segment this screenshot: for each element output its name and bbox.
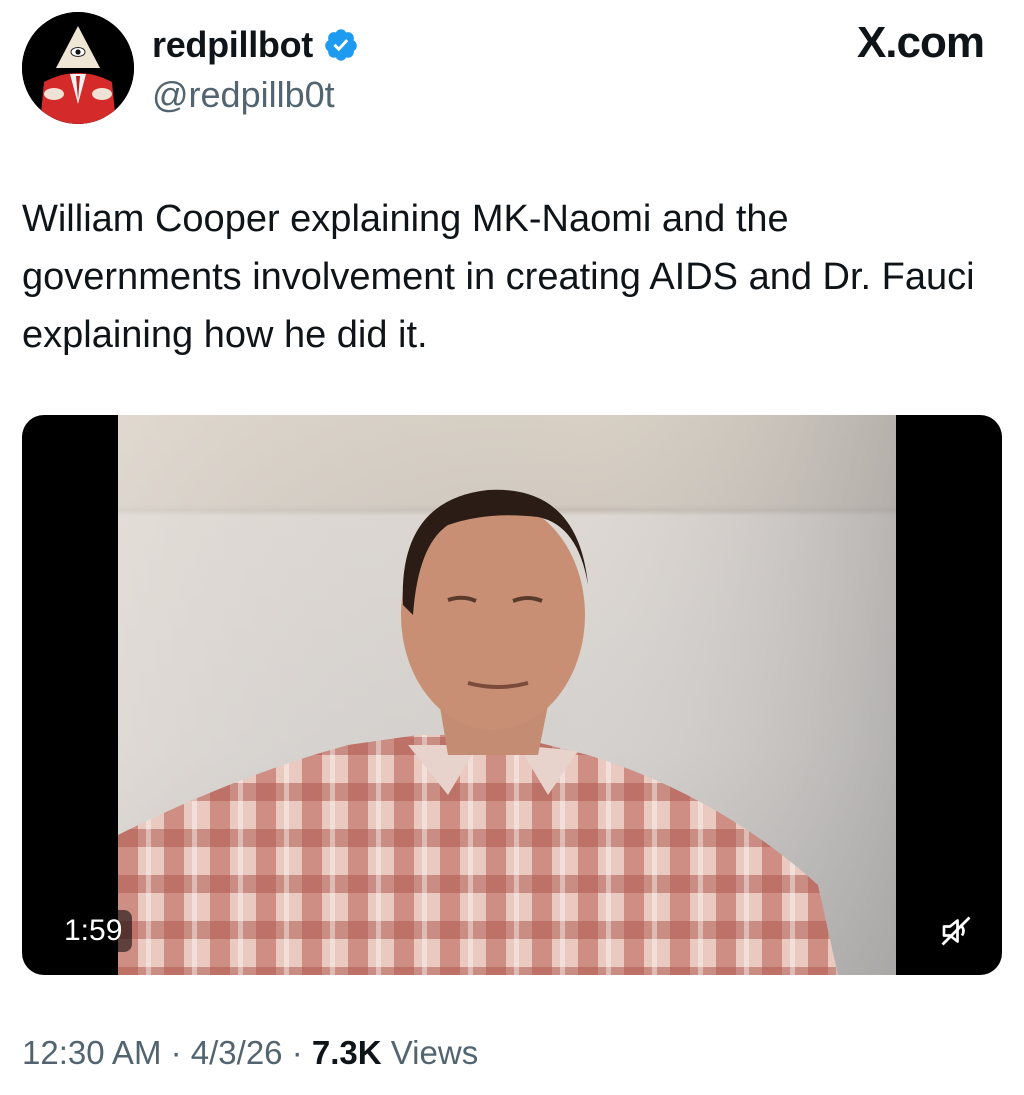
avatar-image (22, 12, 134, 124)
tweet-text: William Cooper explaining MK-Naomi and t… (22, 198, 975, 356)
author-handle[interactable]: @redpillb0t (152, 74, 335, 116)
video-thumbnail (118, 415, 896, 975)
tweet-date[interactable]: 4/3/26 (191, 1034, 283, 1071)
tweet-meta: 12:30 AM · 4/3/26 · 7.3K Views (22, 1034, 478, 1072)
tweet-time[interactable]: 12:30 AM (22, 1034, 161, 1071)
meta-separator: · (291, 1034, 303, 1071)
video-player[interactable]: 1:59 (22, 415, 1002, 975)
verified-badge-icon (323, 27, 359, 63)
video-duration: 1:59 (54, 910, 133, 952)
views-count: 7.3K (311, 1034, 382, 1071)
avatar[interactable] (22, 12, 134, 124)
video-frame (118, 415, 896, 975)
author-display-name[interactable]: redpillbot (152, 24, 313, 66)
muted-speaker-icon[interactable] (938, 913, 974, 949)
brand-logo: X.com (856, 18, 985, 67)
meta-separator: · (170, 1034, 182, 1071)
views-label: Views (390, 1034, 479, 1071)
author-name-row[interactable]: redpillbot (152, 24, 359, 66)
